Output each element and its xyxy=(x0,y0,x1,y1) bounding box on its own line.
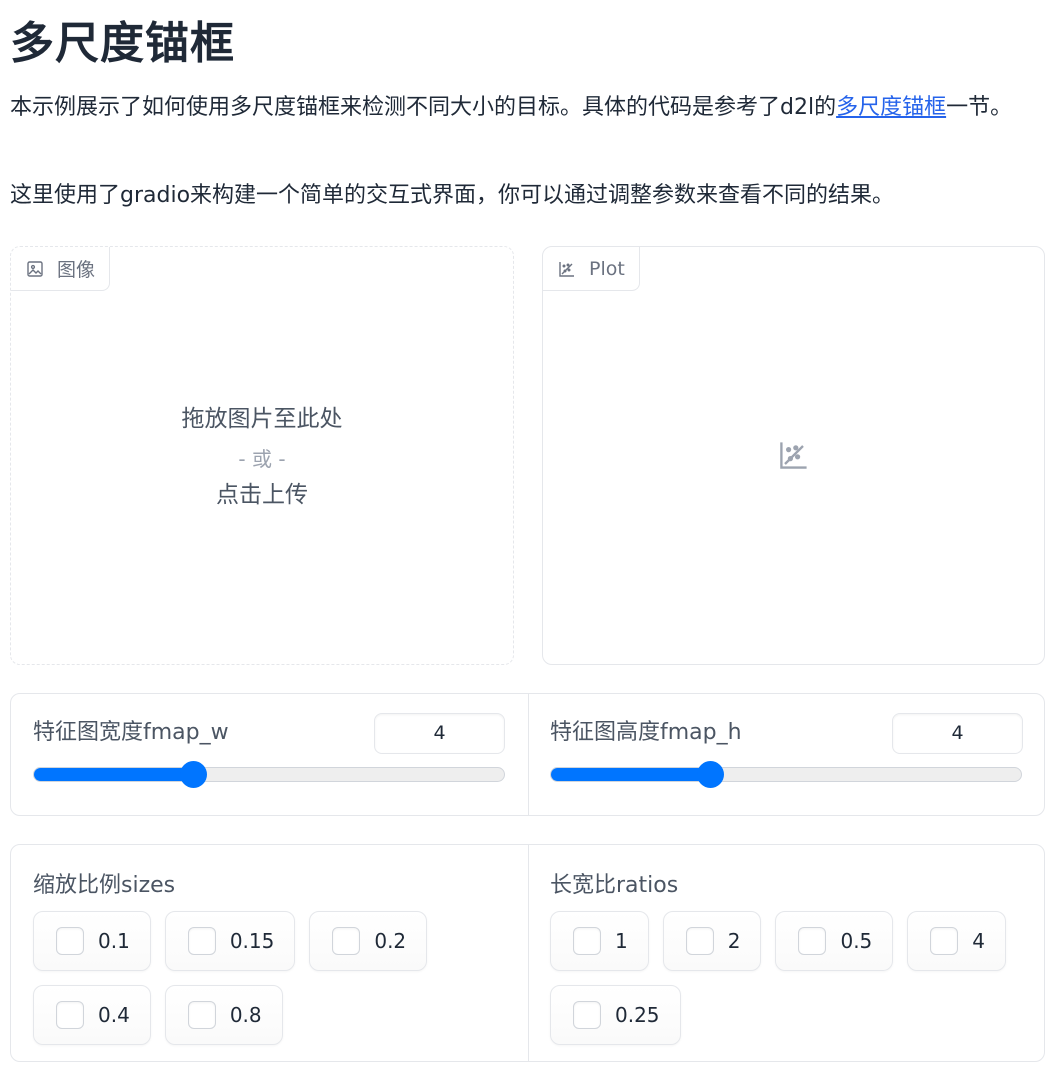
fmap-h-label: 特征图高度fmap_h xyxy=(550,720,742,745)
option-label: 0.1 xyxy=(98,929,130,953)
drop-hint: 拖放图片至此处 xyxy=(181,406,343,432)
checkbox[interactable] xyxy=(573,927,601,955)
option-label: 4 xyxy=(972,929,986,953)
fmap-h-slider-track[interactable] xyxy=(550,767,1022,782)
checkbox[interactable] xyxy=(930,927,959,955)
or-separator: - 或 - xyxy=(238,447,286,471)
sizes-checkbox-group: 缩放比例sizes 0.1 0.15 0.2 0.4 0.8 xyxy=(11,845,528,1061)
sizes-option[interactable]: 0.8 xyxy=(164,985,283,1045)
image-upload-dropzone[interactable]: 图像 拖放图片至此处 - 或 - 点击上传 xyxy=(10,246,514,665)
option-label: 0.4 xyxy=(98,1003,130,1027)
sizes-option[interactable]: 0.4 xyxy=(33,985,151,1045)
ratios-option[interactable]: 2 xyxy=(662,911,762,971)
ratios-option[interactable]: 1 xyxy=(550,911,649,971)
ratios-option[interactable]: 0.5 xyxy=(775,911,894,971)
ratios-option[interactable]: 0.25 xyxy=(550,985,681,1045)
checkbox[interactable] xyxy=(685,927,714,955)
fmap-w-slider-fill xyxy=(34,768,194,781)
checkbox[interactable] xyxy=(56,927,84,955)
checkbox[interactable] xyxy=(332,927,361,955)
description-tail: 一节。 xyxy=(946,95,1013,120)
plot-panel-label: Plot xyxy=(543,247,640,291)
fmap-h-slider-fill xyxy=(551,768,711,781)
image-panel-label: 图像 xyxy=(11,247,111,291)
checkbox[interactable] xyxy=(573,1001,601,1029)
sizes-option[interactable]: 0.2 xyxy=(309,911,428,971)
page-title: 多尺度锚框 xyxy=(10,18,235,69)
click-upload-hint: 点击上传 xyxy=(216,482,308,508)
ratios-label: 长宽比ratios xyxy=(550,873,679,898)
checkbox[interactable] xyxy=(56,1001,84,1029)
option-label: 1 xyxy=(615,929,628,953)
empty-plot-icon xyxy=(780,442,807,469)
checkbox-row: 缩放比例sizes 0.1 0.15 0.2 0.4 0.8 长宽比ratios… xyxy=(10,844,1045,1062)
fmap-w-slider-track[interactable] xyxy=(33,767,505,782)
anchor-docs-link[interactable]: 多尺度锚框 xyxy=(836,95,946,120)
ratios-checkbox-group: 长宽比ratios 1 2 0.5 4 0.25 xyxy=(528,845,1045,1061)
checkbox[interactable] xyxy=(187,927,216,955)
sizes-option[interactable]: 0.1 xyxy=(33,911,151,971)
ratios-option[interactable]: 4 xyxy=(907,911,1007,971)
sizes-label: 缩放比例sizes xyxy=(33,873,176,898)
image-panel-label-text: 图像 xyxy=(57,259,96,281)
ratios-options: 1 2 0.5 4 0.25 xyxy=(550,911,1030,1045)
option-label: 0.5 xyxy=(840,929,873,953)
checkbox[interactable] xyxy=(187,1001,216,1029)
fmap-h-slider-group: 特征图高度fmap_h 4 xyxy=(528,694,1045,815)
fmap-w-slider-thumb[interactable] xyxy=(179,761,207,788)
description-2: 这里使用了gradio来构建一个简单的交互式界面，你可以通过调整参数来查看不同的… xyxy=(10,183,895,208)
sizes-options: 0.1 0.15 0.2 0.4 0.8 xyxy=(33,911,513,1045)
description-text: 本示例展示了如何使用多尺度锚框来检测不同大小的目标。具体的代码是参考了d2l的 xyxy=(10,95,837,120)
image-icon xyxy=(27,260,43,277)
fmap-w-label: 特征图宽度fmap_w xyxy=(33,720,229,745)
fmap-w-number-input[interactable]: 4 xyxy=(374,713,505,754)
description: 本示例展示了如何使用多尺度锚框来检测不同大小的目标。具体的代码是参考了d2l的多… xyxy=(10,88,1035,128)
slider-row: 特征图宽度fmap_w 4 特征图高度fmap_h 4 xyxy=(10,693,1045,816)
option-label: 0.15 xyxy=(229,929,275,953)
chart-icon xyxy=(559,261,574,277)
fmap-h-slider-thumb[interactable] xyxy=(696,761,724,788)
option-label: 0.2 xyxy=(374,929,407,953)
fmap-h-number-input[interactable]: 4 xyxy=(892,713,1023,754)
checkbox[interactable] xyxy=(798,927,827,955)
option-label: 0.25 xyxy=(615,1003,660,1027)
option-label: 0.8 xyxy=(229,1003,262,1027)
plot-output: Plot xyxy=(542,246,1045,665)
sizes-option[interactable]: 0.15 xyxy=(164,911,296,971)
plot-panel-label-text: Plot xyxy=(589,257,625,280)
fmap-w-slider-group: 特征图宽度fmap_w 4 xyxy=(11,694,528,815)
option-label: 2 xyxy=(727,929,741,953)
